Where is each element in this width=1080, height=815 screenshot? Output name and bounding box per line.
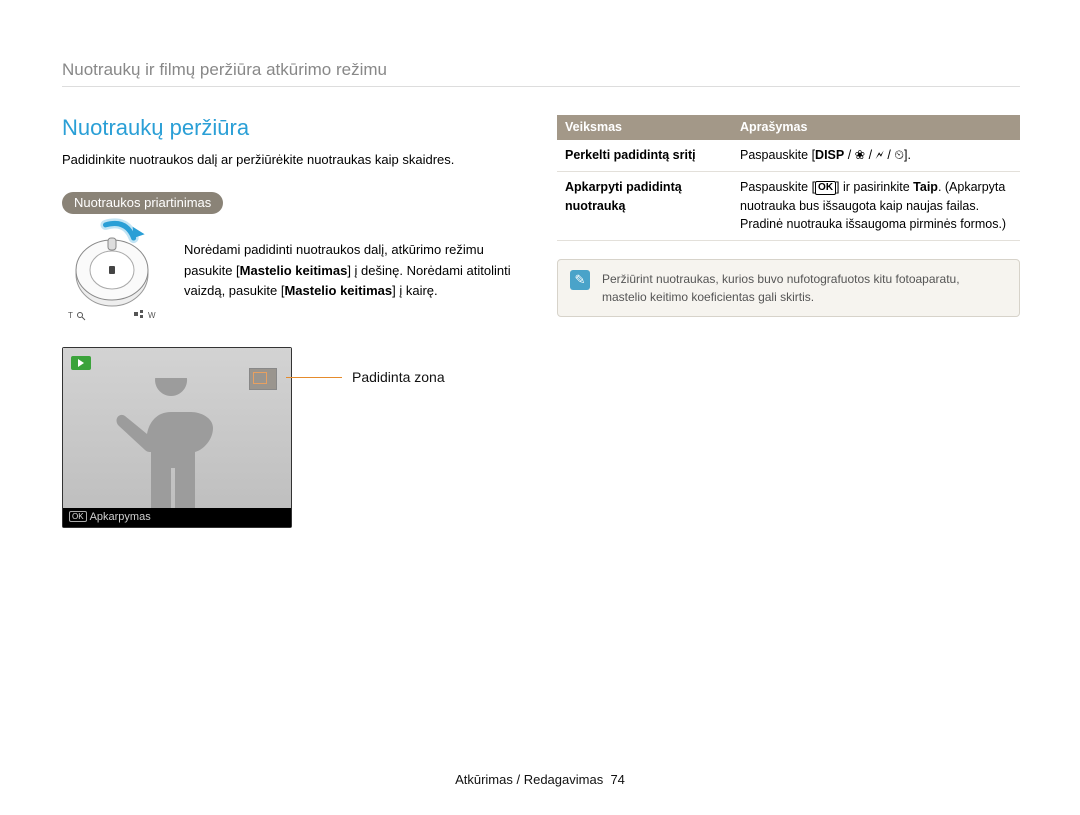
zoom-callout-label: Padidinta zona: [352, 369, 445, 385]
row-value: Paspauskite [OK] ir pasirinkite Taip. (A…: [732, 171, 1020, 240]
page-footer: Atkūrimas / Redagavimas 74: [0, 772, 1080, 787]
intro-paragraph: Padidinkite nuotraukos dalį ar peržiūrėk…: [62, 151, 527, 170]
th-action: Veiksmas: [557, 115, 732, 140]
table-row: Perkelti padidintą sritį Paspauskite [DI…: [557, 140, 1020, 171]
camera-preview: OK Apkarpymas: [62, 347, 292, 528]
preview-footer-label: Apkarpymas: [90, 511, 151, 523]
svg-text:W: W: [148, 311, 156, 320]
dial-instructions: Norėdami padidinti nuotraukos dalį, atkū…: [184, 232, 527, 302]
svg-text:T: T: [68, 311, 73, 320]
actions-table: Veiksmas Aprašymas Perkelti padidintą sr…: [557, 115, 1020, 241]
zoom-region-indicator: [249, 368, 277, 390]
child-silhouette-icon: [111, 378, 231, 508]
info-icon: ✎: [570, 270, 590, 290]
row-key: Perkelti padidintą sritį: [557, 140, 732, 171]
ok-icon: OK: [69, 511, 87, 522]
zoom-dial-illustration: T W: [62, 232, 162, 325]
row-key: Apkarpyti padidintą nuotrauką: [557, 171, 732, 240]
table-row: Apkarpyti padidintą nuotrauką Paspauskit…: [557, 171, 1020, 240]
subsection-pill: Nuotraukos priartinimas: [62, 192, 223, 214]
note-text: Peržiūrint nuotraukas, kurios buvo nufot…: [602, 270, 1007, 306]
note-box: ✎ Peržiūrint nuotraukas, kurios buvo nuf…: [557, 259, 1020, 317]
play-icon: [71, 356, 91, 370]
section-title: Nuotraukų peržiūra: [62, 115, 527, 141]
th-description: Aprašymas: [732, 115, 1020, 140]
ok-key-icon: OK: [815, 181, 836, 195]
row-value: Paspauskite [DISP / ❀ / 🗲 / ⏲].: [732, 140, 1020, 171]
breadcrumb-header: Nuotraukų ir filmų peržiūra atkūrimo rež…: [62, 60, 1020, 87]
callout-line: [286, 377, 342, 378]
